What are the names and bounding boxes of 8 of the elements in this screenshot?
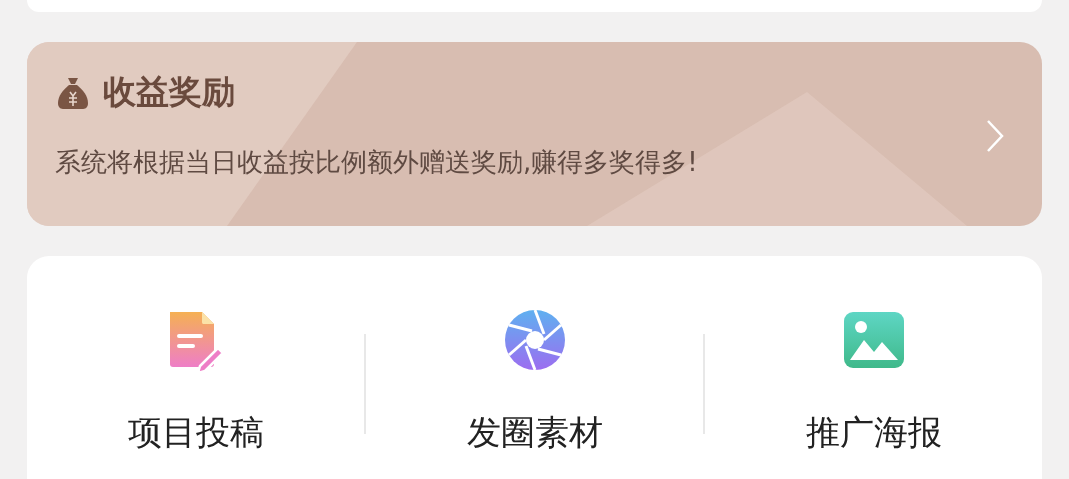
shortcut-label[interactable]: 发圈素材 [466,410,603,456]
banner-description: 系统将根据当日收益按比例额外赠送奖励,赚得多奖得多! [55,146,699,179]
reward-banner[interactable]: 收益奖励 系统将根据当日收益按比例额外赠送奖励,赚得多奖得多! [27,42,1042,226]
chevron-right-icon [985,118,1005,154]
banner-title: 收益奖励 [103,71,235,113]
aperture-icon [502,308,567,372]
shortcut-label[interactable]: 推广海报 [805,410,942,456]
shortcut-label[interactable]: 项目投稿 [127,410,264,456]
